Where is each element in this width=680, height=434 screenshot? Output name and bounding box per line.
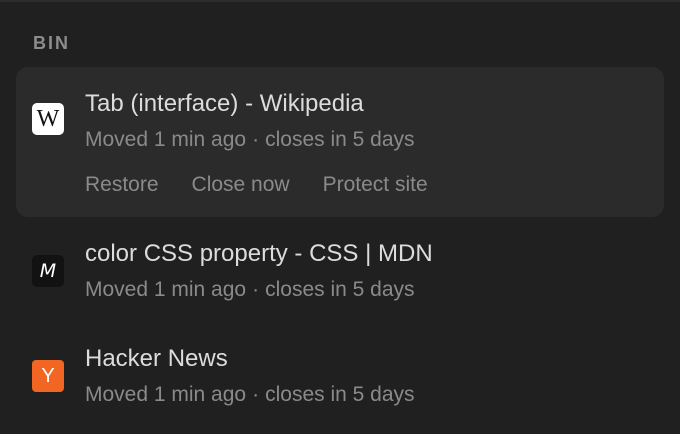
closes-time: closes in 5 days [265,383,415,406]
item-title[interactable]: Hacker News [85,345,228,373]
item-meta: Moved 1 min ago · closes in 5 days [85,278,415,302]
mdn-icon: M [32,255,64,287]
meta-separator: · [252,128,260,151]
item-meta: Moved 1 min ago · closes in 5 days [85,383,415,407]
item-title[interactable]: color CSS property - CSS | MDN [85,240,433,268]
meta-separator: · [252,383,260,406]
restore-button[interactable]: Restore [85,173,159,197]
wikipedia-icon: W [32,103,64,135]
closes-time: closes in 5 days [265,128,415,151]
moved-time: Moved 1 min ago [85,278,247,301]
closes-time: closes in 5 days [265,278,415,301]
item-title[interactable]: Tab (interface) - Wikipedia [85,90,364,118]
meta-separator: · [252,278,260,301]
moved-time: Moved 1 min ago [85,383,247,406]
item-actions: Restore Close now Protect site [85,173,461,197]
moved-time: Moved 1 min ago [85,128,247,151]
protect-site-button[interactable]: Protect site [323,173,428,197]
item-meta: Moved 1 min ago · closes in 5 days [85,128,415,152]
hacker-news-icon: Y [32,360,64,392]
top-divider [0,0,680,2]
close-now-button[interactable]: Close now [192,173,290,197]
section-title: BIN [33,33,70,53]
